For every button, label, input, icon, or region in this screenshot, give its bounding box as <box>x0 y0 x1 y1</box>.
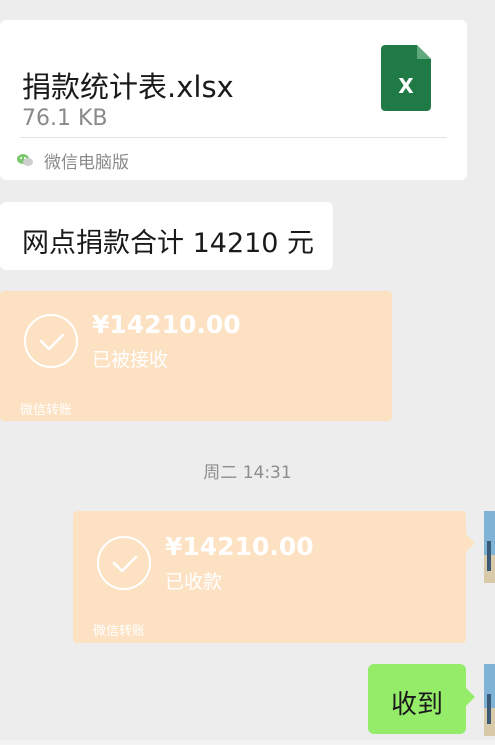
file-name: 捐款统计表.xlsx <box>22 70 234 104</box>
excel-icon-letter: X <box>398 74 414 98</box>
outgoing-text-bubble[interactable]: 收到 <box>368 664 466 734</box>
wechat-icon <box>17 154 33 166</box>
excel-file-icon: X <box>381 45 431 111</box>
file-card-divider <box>20 137 447 138</box>
transfer-brand: 微信转账 <box>93 624 146 639</box>
file-message-card[interactable]: 捐款统计表.xlsx 76.1 KB X 微信电脑版 <box>0 20 467 180</box>
file-source-label: 微信电脑版 <box>44 152 129 173</box>
transfer-bubble-tail <box>466 534 475 552</box>
file-source: 微信电脑版 <box>16 148 129 173</box>
incoming-text-content: 网点捐款合计 14210 元 <box>22 228 315 259</box>
transfer-brand: 微信转账 <box>20 403 73 418</box>
transfer-status: 已收款 <box>165 571 223 593</box>
transfer-check-icon <box>24 314 78 368</box>
file-size: 76.1 KB <box>22 106 108 131</box>
transfer-received-card[interactable]: ¥14210.00 已被接收 微信转账 <box>0 291 392 421</box>
avatar[interactable] <box>484 511 495 583</box>
transfer-amount: ¥14210.00 <box>92 310 241 339</box>
transfer-amount: ¥14210.00 <box>165 532 314 561</box>
outgoing-bubble-tail <box>466 688 475 706</box>
bottom-edge <box>0 740 495 745</box>
outgoing-text-content: 收到 <box>391 690 444 720</box>
transfer-status: 已被接收 <box>92 349 169 371</box>
transfer-check-icon <box>97 536 151 590</box>
avatar[interactable] <box>484 664 495 736</box>
transfer-sent-card[interactable]: ¥14210.00 已收款 微信转账 <box>73 511 466 643</box>
chat-timestamp: 周二 14:31 <box>203 463 292 483</box>
incoming-text-bubble[interactable]: 网点捐款合计 14210 元 <box>0 202 333 270</box>
